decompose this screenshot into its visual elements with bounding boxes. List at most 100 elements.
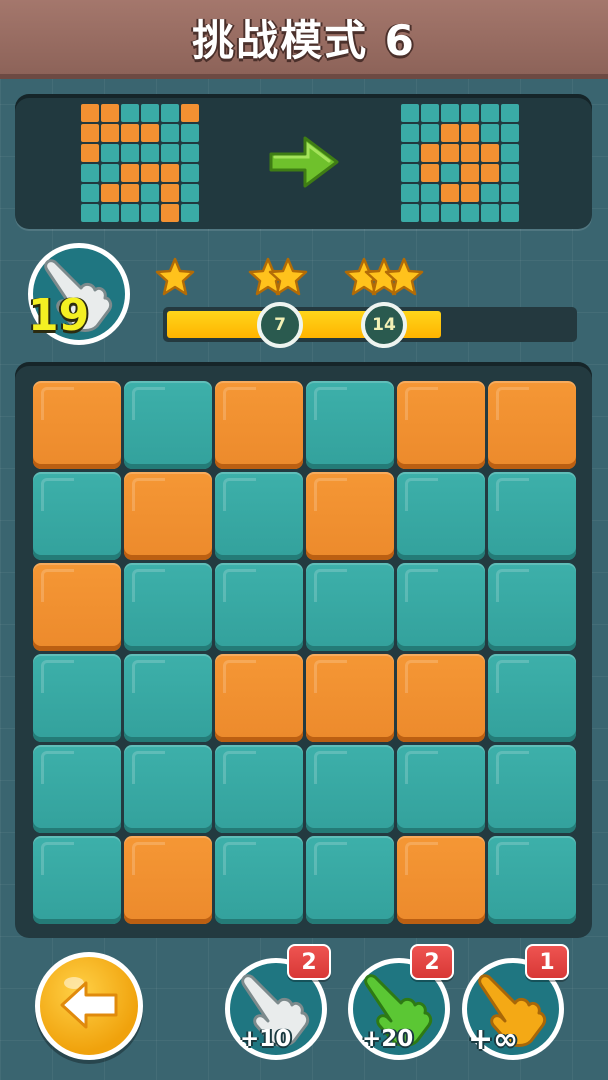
mini-cell-teal — [141, 144, 159, 162]
mini-cell-teal — [501, 104, 519, 122]
mini-cell-teal — [121, 104, 139, 122]
board-tile[interactable] — [215, 836, 303, 924]
board-tile[interactable] — [124, 836, 212, 924]
board-tile[interactable] — [124, 381, 212, 469]
mini-cell-teal — [401, 144, 419, 162]
mini-cell-teal — [401, 204, 419, 222]
mini-cell-teal — [101, 144, 119, 162]
board-tile[interactable] — [215, 745, 303, 833]
mini-cell-teal — [501, 124, 519, 142]
mini-cell-orange — [141, 124, 159, 142]
target-panel — [15, 94, 592, 229]
mini-cell-teal — [141, 104, 159, 122]
mini-cell-teal — [501, 184, 519, 202]
milestone-two-stars: 7 — [257, 302, 303, 348]
board-tile[interactable] — [33, 654, 121, 742]
board-tile[interactable] — [488, 836, 576, 924]
board-tile[interactable] — [215, 563, 303, 651]
board-tile[interactable] — [215, 472, 303, 560]
mini-cell-teal — [501, 164, 519, 182]
mini-cell-teal — [481, 184, 499, 202]
board-tile[interactable] — [397, 472, 485, 560]
mini-cell-teal — [481, 124, 499, 142]
mini-cell-orange — [81, 124, 99, 142]
mini-cell-teal — [141, 204, 159, 222]
board-tile[interactable] — [124, 654, 212, 742]
mini-cell-teal — [161, 124, 179, 142]
board-tile[interactable] — [215, 381, 303, 469]
board-tile[interactable] — [33, 381, 121, 469]
board-tile[interactable] — [488, 381, 576, 469]
board-tile[interactable] — [33, 745, 121, 833]
mini-cell-teal — [401, 104, 419, 122]
mini-cell-teal — [401, 184, 419, 202]
mini-cell-teal — [421, 184, 439, 202]
back-button[interactable] — [35, 952, 143, 1060]
mini-cell-teal — [141, 184, 159, 202]
mini-cell-orange — [421, 144, 439, 162]
start-pattern-grid — [81, 104, 199, 222]
mini-cell-orange — [161, 164, 179, 182]
board-tile[interactable] — [397, 745, 485, 833]
arrow-right-icon — [269, 136, 339, 188]
mini-cell-orange — [441, 124, 459, 142]
board-tile[interactable] — [488, 654, 576, 742]
mini-cell-teal — [101, 164, 119, 182]
board-tile[interactable] — [124, 563, 212, 651]
board-tile[interactable] — [33, 472, 121, 560]
board-tile[interactable] — [306, 381, 394, 469]
powerup-infinite-label: +∞ — [468, 1022, 519, 1057]
back-arrow-icon — [60, 977, 118, 1029]
mini-cell-teal — [461, 204, 479, 222]
mini-cell-orange — [481, 144, 499, 162]
board-tile[interactable] — [33, 563, 121, 651]
board-tile[interactable] — [124, 745, 212, 833]
board-tile[interactable] — [306, 654, 394, 742]
mini-cell-orange — [81, 144, 99, 162]
mini-cell-orange — [101, 124, 119, 142]
star-icon — [155, 257, 195, 296]
mini-cell-orange — [461, 124, 479, 142]
mini-cell-teal — [181, 124, 199, 142]
title-bar: 挑战模式 6 — [0, 0, 608, 79]
board-tile[interactable] — [215, 654, 303, 742]
milestone-value: 7 — [274, 315, 286, 335]
mini-cell-teal — [181, 204, 199, 222]
mini-cell-orange — [101, 184, 119, 202]
mini-cell-orange — [181, 104, 199, 122]
board-tile[interactable] — [397, 381, 485, 469]
board-tile[interactable] — [488, 745, 576, 833]
board-tile[interactable] — [306, 745, 394, 833]
mini-cell-teal — [481, 204, 499, 222]
board-tile[interactable] — [306, 836, 394, 924]
mini-cell-orange — [161, 184, 179, 202]
mini-cell-teal — [421, 124, 439, 142]
moves-count: 19 — [28, 290, 90, 341]
board-tile[interactable] — [488, 563, 576, 651]
mini-cell-orange — [141, 164, 159, 182]
mini-cell-teal — [81, 184, 99, 202]
mini-cell-teal — [121, 204, 139, 222]
board-tile[interactable] — [488, 472, 576, 560]
mini-cell-teal — [181, 184, 199, 202]
mini-cell-teal — [461, 104, 479, 122]
board-tile[interactable] — [397, 836, 485, 924]
powerup-infinite-count: 1 — [525, 944, 569, 980]
mini-cell-teal — [121, 144, 139, 162]
mini-cell-teal — [161, 144, 179, 162]
goal-pattern-grid — [401, 104, 519, 222]
board-tile[interactable] — [306, 472, 394, 560]
mini-cell-teal — [441, 164, 459, 182]
board-tile[interactable] — [397, 654, 485, 742]
mini-cell-teal — [421, 204, 439, 222]
board-tile[interactable] — [306, 563, 394, 651]
mini-cell-teal — [81, 164, 99, 182]
powerup-plus-20-label: +20 — [362, 1026, 414, 1052]
mini-cell-orange — [81, 104, 99, 122]
board-tile[interactable] — [33, 836, 121, 924]
mini-cell-orange — [101, 104, 119, 122]
mini-cell-teal — [421, 104, 439, 122]
board-tile[interactable] — [397, 563, 485, 651]
board-tile[interactable] — [124, 472, 212, 560]
milestone-value: 14 — [372, 315, 396, 335]
